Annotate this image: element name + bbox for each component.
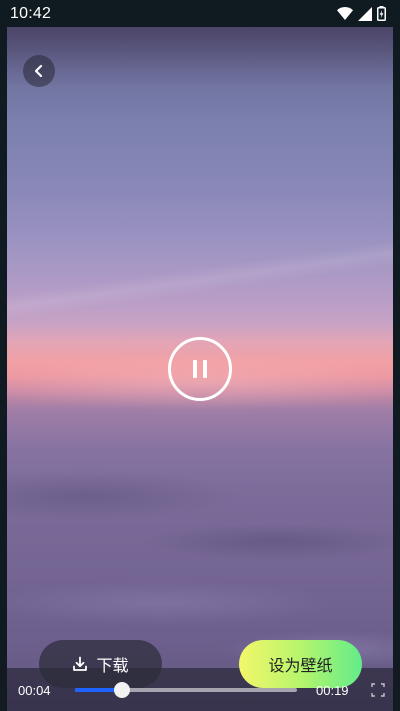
download-icon	[73, 656, 88, 671]
progress-slider[interactable]	[75, 682, 297, 698]
download-button[interactable]: 下载	[39, 640, 162, 688]
fullscreen-icon[interactable]	[371, 683, 385, 697]
set-wallpaper-button[interactable]: 设为壁纸	[239, 640, 362, 688]
current-time: 00:04	[18, 683, 51, 698]
pause-button[interactable]	[168, 337, 232, 401]
status-icons	[337, 6, 386, 21]
set-wallpaper-label: 设为壁纸	[268, 656, 333, 675]
total-time: 00:19	[316, 683, 349, 698]
download-label: 下载	[96, 656, 129, 675]
chevron-left-icon	[34, 64, 43, 78]
wifi-icon	[337, 7, 353, 20]
progress-thumb[interactable]	[113, 682, 130, 698]
back-button[interactable]	[23, 55, 55, 87]
status-bar: 10:42	[0, 0, 400, 27]
cellular-signal-icon	[358, 6, 372, 21]
battery-charging-icon	[377, 6, 386, 21]
pause-icon	[193, 360, 207, 378]
status-time: 10:42	[10, 4, 52, 22]
top-gradient-overlay	[7, 27, 393, 87]
video-wallpaper-preview-screen: 10:42 00:04 00:19 下载 设为壁纸	[0, 0, 400, 711]
